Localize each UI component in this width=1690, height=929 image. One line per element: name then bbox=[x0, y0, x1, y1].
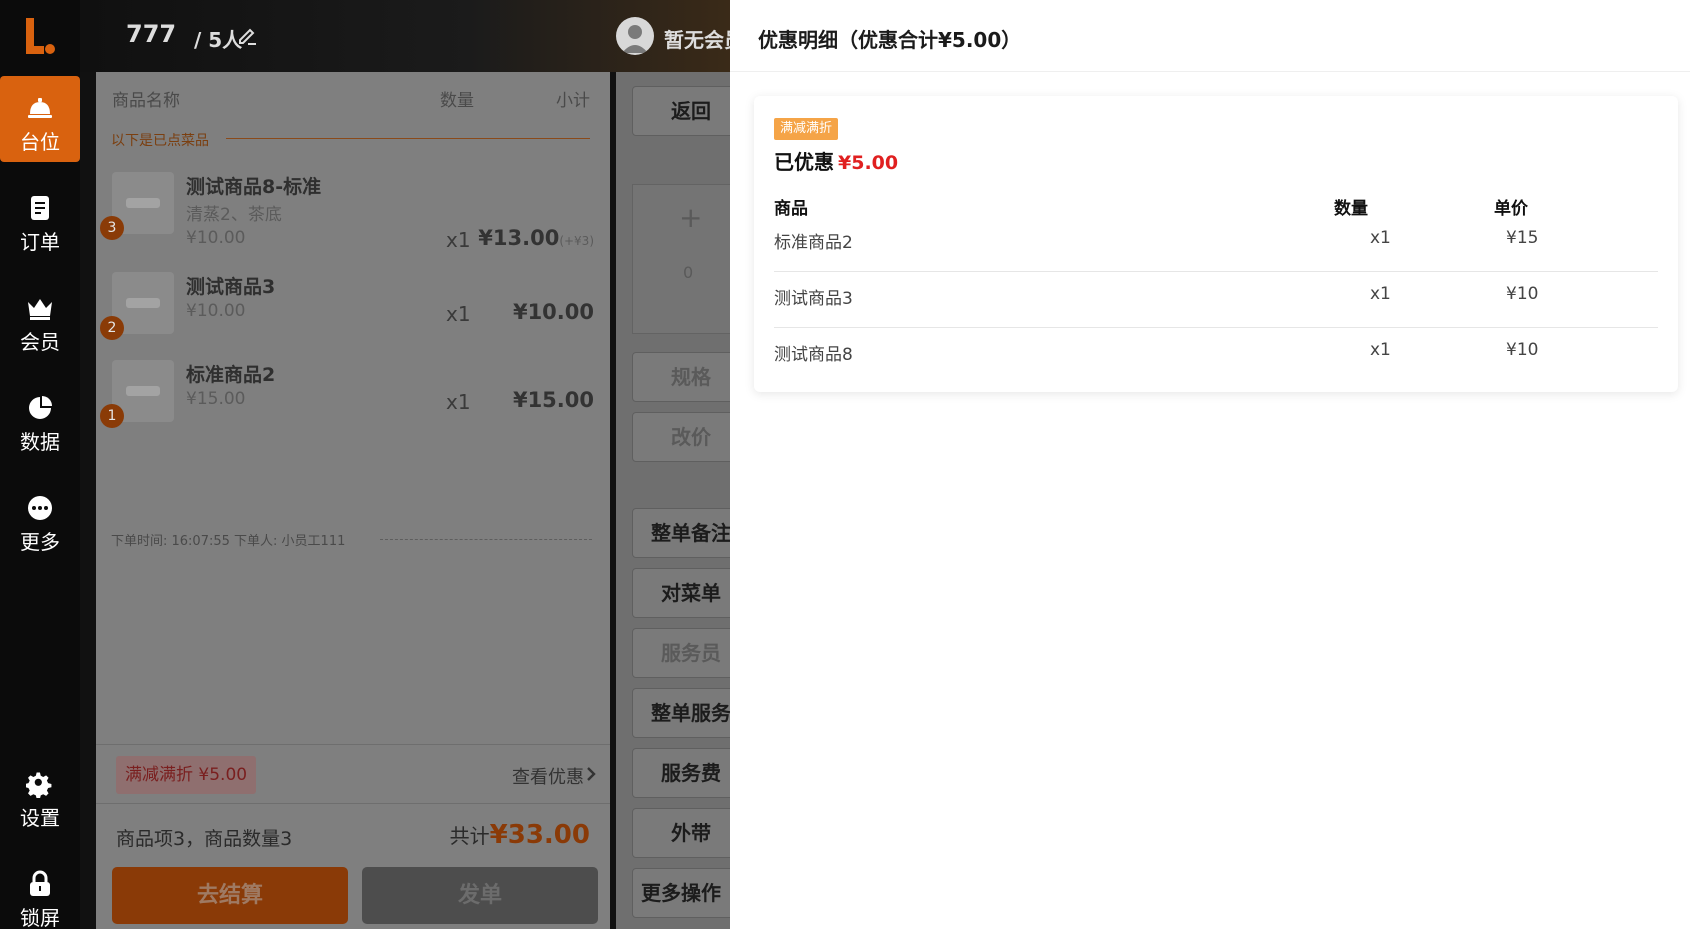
checkout-button[interactable]: 去结算 bbox=[112, 867, 348, 924]
table-row: 测试商品8 x1 ¥10 bbox=[774, 328, 1658, 384]
item-name: 标准商品2 bbox=[186, 364, 276, 386]
ordered-section-label: 以下是已点菜品 bbox=[111, 133, 209, 149]
row-qty: x1 bbox=[1370, 228, 1391, 248]
member-avatar[interactable] bbox=[616, 17, 654, 55]
member-crown-icon bbox=[28, 299, 52, 320]
view-promo-link[interactable]: 查看优惠 bbox=[512, 763, 584, 789]
item-unit-price: ¥10.00 bbox=[186, 301, 246, 321]
order-meta: 下单时间: 16:07:55 下单人: 小员工111 bbox=[111, 534, 346, 549]
sidebar-item-label: 订单 bbox=[20, 230, 60, 254]
row-price: ¥15 bbox=[1506, 228, 1539, 248]
drawer-title: 优惠明细（优惠合计¥5.00） bbox=[758, 28, 1022, 52]
plus-icon[interactable]: + bbox=[679, 201, 702, 234]
item-unit-price: ¥10.00 bbox=[186, 228, 246, 248]
action-column: 返回 + 0 规格 改价 整单备注 对菜单 服务员 整单服务 服务费 外带 更多… bbox=[616, 72, 772, 929]
item-subtotal: ¥15.00 bbox=[512, 388, 594, 412]
item-index-badge: 2 bbox=[100, 316, 124, 340]
sidebar-item-label: 设置 bbox=[20, 806, 60, 830]
promo-tag: 满减满折 ¥5.00 bbox=[116, 756, 257, 794]
divider bbox=[730, 71, 1690, 72]
sidebar-item-label: 数据 bbox=[20, 430, 60, 454]
table-bell-icon bbox=[28, 98, 52, 118]
pie-chart-icon bbox=[29, 396, 52, 419]
row-price: ¥10 bbox=[1506, 284, 1539, 304]
order-doc-icon bbox=[31, 196, 49, 220]
item-qty: x1 bbox=[446, 228, 471, 252]
discount-card: 满减满折 已优惠 ¥5.00 商品 数量 单价 标准商品2 x1 ¥15 测试商品… bbox=[754, 96, 1678, 392]
column-header-name: 商品名称 bbox=[112, 91, 180, 111]
divider bbox=[226, 138, 590, 139]
table-row: 测试商品3 x1 ¥10 bbox=[774, 272, 1658, 328]
total-label: 共计 bbox=[449, 824, 490, 848]
saved-label: 已优惠 bbox=[774, 150, 834, 174]
column-header-subtotal: 小计 bbox=[556, 91, 590, 111]
row-name: 标准商品2 bbox=[774, 233, 853, 253]
discount-detail-drawer: 优惠明细（优惠合计¥5.00） 满减满折 已优惠 ¥5.00 商品 数量 单价 标… bbox=[730, 0, 1690, 929]
total-amount: ¥33.00 bbox=[489, 820, 590, 850]
item-qty: x1 bbox=[446, 302, 471, 326]
table-row: 标准商品2 x1 ¥15 bbox=[774, 216, 1658, 272]
item-name: 测试商品3 bbox=[186, 276, 276, 298]
sidebar-item-label: 台位 bbox=[20, 130, 60, 154]
lock-icon bbox=[30, 870, 50, 896]
user-icon bbox=[622, 25, 648, 53]
item-qty: x1 bbox=[446, 390, 471, 414]
table-number: 777 bbox=[126, 20, 177, 48]
item-options: 清蒸2、茶底 bbox=[186, 205, 282, 225]
item-subtotal: ¥13.00(+¥3) bbox=[478, 226, 594, 250]
order-total: 共计¥33.00 bbox=[450, 820, 590, 850]
item-name: 测试商品8-标准 bbox=[186, 176, 322, 198]
saved-amount: 已优惠 ¥5.00 bbox=[774, 146, 898, 175]
sidebar: 台位 订单 会员 数据 更多 设置 锁屏 bbox=[0, 0, 80, 929]
saved-value: ¥5.00 bbox=[838, 152, 899, 174]
order-item[interactable]: 1 标准商品2 ¥15.00 x1 ¥15.00 bbox=[96, 360, 610, 450]
gear-icon bbox=[26, 772, 52, 798]
item-index-badge: 3 bbox=[100, 216, 124, 240]
sidebar-item-label: 锁屏 bbox=[20, 906, 60, 929]
promo-bar: 满减满折 ¥5.00 查看优惠 bbox=[96, 744, 610, 804]
row-qty: x1 bbox=[1370, 284, 1391, 304]
sidebar-item-label: 更多 bbox=[20, 530, 60, 554]
column-header-qty: 数量 bbox=[440, 91, 474, 111]
sidebar-item-data[interactable]: 数据 bbox=[0, 376, 80, 462]
sidebar-item-table[interactable]: 台位 bbox=[0, 76, 80, 162]
item-extra-charge: (+¥3) bbox=[559, 234, 594, 248]
row-price: ¥10 bbox=[1506, 340, 1539, 360]
sidebar-item-orders[interactable]: 订单 bbox=[0, 176, 80, 262]
order-item[interactable]: 3 测试商品8-标准 清蒸2、茶底 ¥10.00 x1 ¥13.00(+¥3) bbox=[96, 172, 610, 262]
item-index-badge: 1 bbox=[100, 404, 124, 428]
app-logo bbox=[26, 18, 55, 54]
discount-type-tag: 满减满折 bbox=[774, 118, 839, 140]
item-subtotal: ¥10.00 bbox=[512, 300, 594, 324]
row-name: 测试商品8 bbox=[774, 345, 853, 365]
row-qty: x1 bbox=[1370, 340, 1391, 360]
chevron-right-icon bbox=[587, 767, 596, 781]
send-order-button[interactable]: 发单 bbox=[362, 867, 598, 924]
edit-icon[interactable] bbox=[236, 24, 258, 46]
item-summary: 商品项3，商品数量3 bbox=[116, 828, 293, 850]
stepper-value: 0 bbox=[683, 263, 694, 282]
header-bar: 777 / 5人 暂无会员 bbox=[80, 0, 744, 72]
sidebar-item-more[interactable]: 更多 bbox=[0, 476, 80, 562]
sidebar-item-label: 会员 bbox=[20, 330, 60, 354]
more-dots-icon bbox=[28, 496, 52, 520]
order-item[interactable]: 2 测试商品3 ¥10.00 x1 ¥10.00 bbox=[96, 272, 610, 362]
row-name: 测试商品3 bbox=[774, 289, 853, 309]
sidebar-item-settings[interactable]: 设置 bbox=[0, 752, 80, 838]
guest-count: / 5人 bbox=[194, 28, 243, 52]
divider bbox=[380, 539, 592, 540]
item-unit-price: ¥15.00 bbox=[186, 389, 246, 409]
sidebar-item-lock[interactable]: 锁屏 bbox=[0, 852, 80, 929]
sidebar-item-members[interactable]: 会员 bbox=[0, 276, 80, 362]
order-panel: 商品名称 数量 小计 以下是已点菜品 3 测试商品8-标准 清蒸2、茶底 ¥10… bbox=[96, 72, 610, 929]
